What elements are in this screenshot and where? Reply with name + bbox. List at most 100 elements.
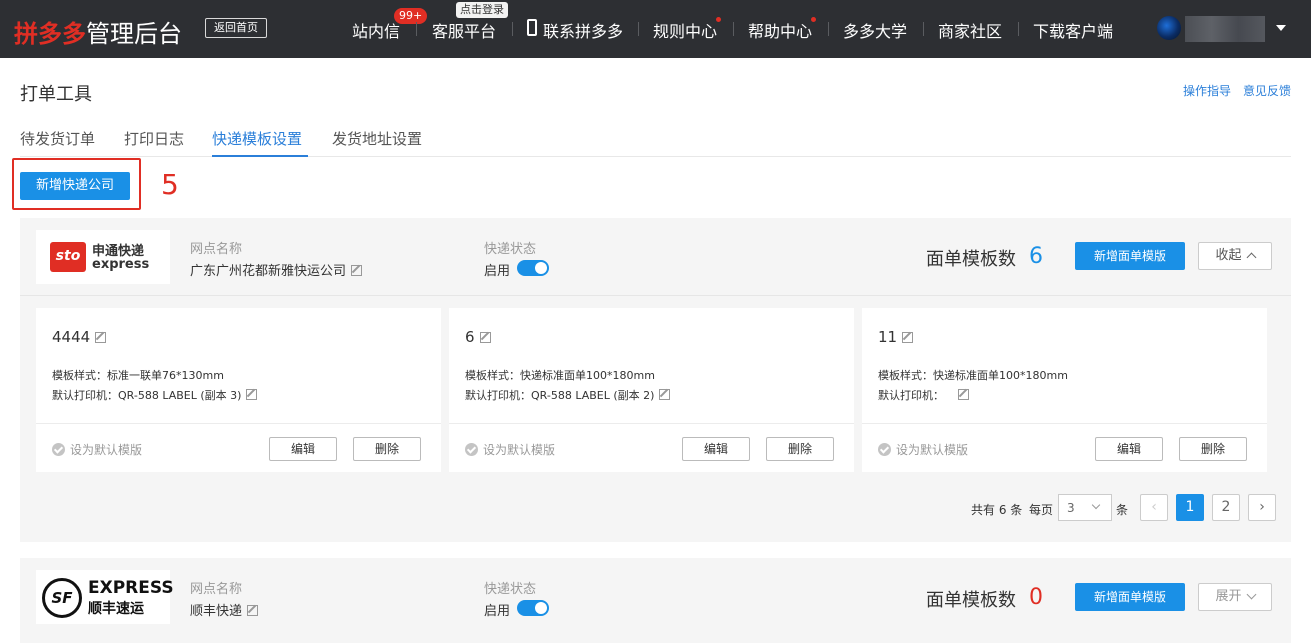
edit-button[interactable]: 编辑 (269, 437, 337, 461)
nav-item-contact[interactable]: 联系拼多多 (543, 18, 623, 42)
nav-item-community[interactable]: 商家社区 (938, 18, 1002, 42)
express-status-toggle[interactable] (517, 600, 549, 616)
pagination-unit: 条 (1116, 503, 1129, 517)
nav-item-help[interactable]: 帮助中心 (748, 18, 812, 42)
outlet-name-value: 广东广州花都新雅快运公司 (190, 260, 363, 279)
expand-button-label: 展开 (1215, 589, 1242, 604)
nav-item-download-client[interactable]: 下载客户端 (1033, 18, 1113, 42)
default-printer: 默认打印机： (878, 387, 969, 403)
check-circle-icon (878, 443, 891, 456)
feedback-link[interactable]: 意见反馈 (1243, 82, 1291, 99)
tab-shipping-address-settings[interactable]: 发货地址设置 (332, 128, 422, 149)
collapse-button-label: 收起 (1215, 248, 1242, 263)
sf-mark: SF (42, 578, 82, 618)
outlet-name-text: 顺丰快递 (190, 604, 243, 619)
add-template-button[interactable]: 新增面单模版 (1075, 242, 1185, 270)
template-name-text: 6 (465, 328, 475, 346)
set-default-template[interactable]: 设为默认模版 (52, 441, 142, 458)
template-name: 6 (465, 328, 491, 346)
edit-icon[interactable] (247, 605, 259, 616)
tab-print-log[interactable]: 打印日志 (124, 128, 184, 149)
chevron-up-icon (1246, 252, 1256, 263)
tab-pending-orders[interactable]: 待发货订单 (20, 128, 95, 149)
expand-button[interactable]: 展开 (1198, 583, 1272, 611)
edit-button[interactable]: 编辑 (682, 437, 750, 461)
back-home-button[interactable]: 返回首页 (205, 18, 267, 38)
express-status-label: 快递状态 (484, 242, 537, 257)
edit-icon[interactable] (902, 332, 914, 343)
nav-item-messages[interactable]: 站内信 (352, 18, 400, 42)
edit-icon[interactable] (95, 332, 107, 343)
brand-name-red: 拼多多 (14, 20, 86, 48)
per-page-select[interactable]: 3 (1058, 494, 1112, 521)
nav-divider (733, 22, 734, 36)
messages-badge: 99+ (394, 8, 428, 24)
user-avatar[interactable] (1157, 16, 1181, 40)
edit-icon[interactable] (659, 389, 671, 400)
annotation-number: 5 (161, 168, 179, 201)
collapse-button[interactable]: 收起 (1198, 242, 1272, 270)
template-count-label: 面单模板数 (926, 249, 1016, 270)
page-title: 打单工具 (20, 84, 92, 105)
template-count-value: 0 (1029, 585, 1043, 610)
per-page-value: 3 (1067, 501, 1075, 515)
pagination-per-page-label: 每页 (1029, 503, 1054, 517)
phone-icon (527, 19, 537, 36)
express-status-toggle[interactable] (517, 260, 549, 276)
express-status-label: 快递状态 (484, 582, 537, 597)
set-default-template[interactable]: 设为默认模版 (878, 441, 968, 458)
divider (20, 295, 1291, 296)
sf-logo-subtext: EXPRESS (88, 578, 174, 598)
sto-logo: sto 申通快递 express (36, 230, 170, 284)
template-count-label: 面单模板数 (926, 590, 1016, 611)
edit-icon[interactable] (958, 389, 969, 400)
user-menu-chevron-down-icon[interactable] (1276, 25, 1286, 31)
tab-bar: 待发货订单 打印日志 快递模板设置 发货地址设置 (20, 126, 1291, 157)
nav-divider (828, 22, 829, 36)
tab-express-template-settings[interactable]: 快递模板设置 (212, 128, 302, 149)
guide-link[interactable]: 操作指导 (1183, 82, 1231, 99)
pagination-total: 共有 6 条 (971, 503, 1023, 517)
express-status-value: 启用 (484, 264, 511, 279)
user-name-blurred[interactable] (1185, 16, 1265, 42)
edit-icon[interactable] (351, 265, 363, 276)
nav-item-university[interactable]: 多多大学 (843, 18, 907, 42)
check-circle-icon (465, 443, 478, 456)
nav-item-customer-service[interactable]: 客服平台 (432, 18, 496, 42)
help-notification-dot (811, 17, 816, 22)
set-default-template[interactable]: 设为默认模版 (465, 441, 555, 458)
default-printer-text: 默认打印机： (878, 389, 944, 402)
sf-logo: SF EXPRESS 顺丰速运 (36, 570, 174, 624)
divider (862, 423, 1267, 424)
nav-divider (416, 22, 417, 36)
edit-button[interactable]: 编辑 (1095, 437, 1163, 461)
sf-logo-text: 顺丰速运 (88, 601, 144, 617)
brand-logo[interactable]: 拼多多管理后台 (14, 14, 182, 49)
company-card-sf: SF EXPRESS 顺丰速运 网点名称 顺丰快递 快递状态 启用 面单模板数 … (20, 558, 1291, 643)
template-card: 11 模板样式：快递标准面单100*180mm 默认打印机： 设为默认模版 编辑… (862, 308, 1267, 472)
page-2-button[interactable]: 2 (1212, 494, 1240, 521)
chevron-down-icon (1091, 500, 1101, 510)
add-express-company-button[interactable]: 新增快递公司 (20, 172, 130, 200)
top-navigation-bar: 拼多多管理后台 返回首页 站内信 99+ 点击登录 客服平台 联系拼多多 规则中… (0, 0, 1311, 58)
login-tip[interactable]: 点击登录 (456, 2, 508, 18)
template-card: 4444 模板样式：标准一联单76*130mm 默认打印机：QR-588 LAB… (36, 308, 441, 472)
template-style: 模板样式：标准一联单76*130mm (52, 369, 224, 382)
edit-icon[interactable] (479, 332, 491, 343)
edit-icon[interactable] (246, 389, 258, 400)
divider (36, 423, 441, 424)
template-name: 4444 (52, 328, 107, 346)
delete-button[interactable]: 删除 (1179, 437, 1247, 461)
next-page-button[interactable]: › (1248, 494, 1276, 521)
prev-page-button[interactable]: ‹ (1140, 494, 1168, 521)
page-1-button[interactable]: 1 (1176, 494, 1204, 521)
delete-button[interactable]: 删除 (353, 437, 421, 461)
outlet-name-label: 网点名称 (190, 582, 243, 597)
add-template-button[interactable]: 新增面单模版 (1075, 583, 1185, 611)
nav-item-rules[interactable]: 规则中心 (653, 18, 717, 42)
delete-button[interactable]: 删除 (766, 437, 834, 461)
sto-logo-subtext: express (92, 257, 150, 272)
default-printer: 默认打印机：QR-588 LABEL (副本 2) (465, 387, 671, 403)
brand-name-white: 管理后台 (86, 20, 182, 48)
outlet-name-label: 网点名称 (190, 242, 243, 257)
